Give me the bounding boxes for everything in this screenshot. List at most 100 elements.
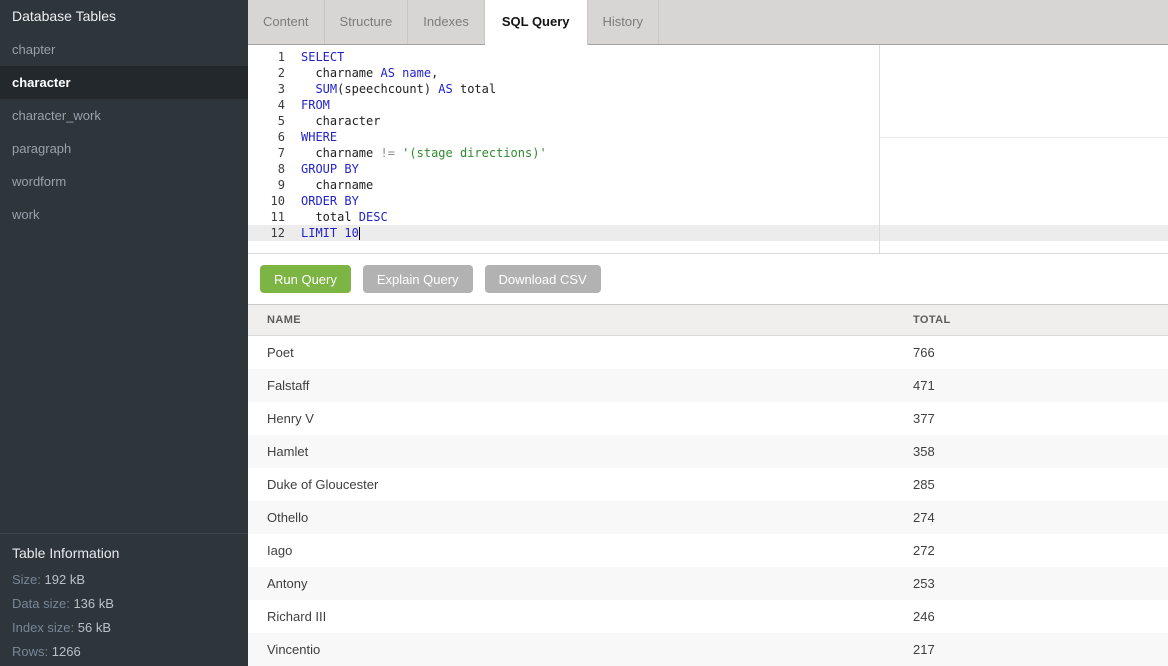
sidebar-item-work[interactable]: work [0, 198, 248, 231]
line-code: SUM(speechcount) AS total [285, 81, 496, 97]
tab-indexes[interactable]: Indexes [408, 0, 485, 44]
download-csv-button[interactable]: Download CSV [485, 265, 601, 293]
line-code: charname AS name, [285, 65, 438, 81]
tab-label: Structure [340, 14, 393, 29]
table-info-row: Size: 192 kB [12, 568, 236, 592]
tab-label: History [603, 14, 643, 29]
results-row-duke-of-gloucester: Duke of Gloucester 285 [248, 468, 1168, 501]
sidebar-item-wordform[interactable]: wordform [0, 165, 248, 198]
cell-name: Henry V [248, 411, 913, 426]
results-rows: Poet 766 Falstaff 471 Henry V 377 Hamlet… [248, 336, 1168, 666]
cell-total: 274 [913, 510, 1168, 525]
table-name-label: paragraph [12, 141, 71, 156]
line-code: character [285, 113, 380, 129]
column-header-name: NAME [248, 314, 913, 326]
table-info-label: Rows: [12, 644, 48, 659]
tab-label: Content [263, 14, 309, 29]
table-name-label: character_work [12, 108, 101, 123]
table-info-value: 56 kB [78, 620, 111, 635]
cell-total: 285 [913, 477, 1168, 492]
query-actions: Run Query Explain Query Download CSV [260, 265, 1168, 293]
table-info-label: Index size: [12, 620, 74, 635]
sql-editor-line: 1 SELECT [248, 49, 1168, 65]
results-row-hamlet: Hamlet 358 [248, 435, 1168, 468]
sql-editor-line: 8 GROUP BY [248, 161, 1168, 177]
editor-pane-divider [879, 45, 880, 254]
table-list: chapter character character_work paragra… [0, 33, 248, 231]
sql-editor-line: 7 charname != '(stage directions)' [248, 145, 1168, 161]
table-info-value: 136 kB [73, 596, 113, 611]
table-info-value: 1266 [52, 644, 81, 659]
line-number: 12 [248, 225, 285, 241]
results-row-antony: Antony 253 [248, 567, 1168, 600]
table-name-label: character [12, 75, 71, 90]
line-code: WHERE [285, 129, 337, 145]
cell-total: 253 [913, 576, 1168, 591]
editor-pane-rule [880, 137, 1168, 138]
line-code: SELECT [285, 49, 344, 65]
sidebar-item-character-work[interactable]: character_work [0, 99, 248, 132]
cell-name: Poet [248, 345, 913, 360]
results-row-falstaff: Falstaff 471 [248, 369, 1168, 402]
line-number: 1 [248, 49, 285, 65]
sql-editor-line: 5 character [248, 113, 1168, 129]
results-header-row: NAME TOTAL [248, 304, 1168, 336]
table-name-label: chapter [12, 42, 55, 57]
table-name-label: work [12, 207, 39, 222]
tab-bar: Content Structure Indexes SQL Query Hist… [248, 0, 1168, 45]
table-info-row: Data size: 136 kB [12, 592, 236, 616]
line-number: 7 [248, 145, 285, 161]
tab-content[interactable]: Content [248, 0, 325, 44]
cell-name: Richard III [248, 609, 913, 624]
table-info-row: Index size: 56 kB [12, 616, 236, 640]
line-number: 4 [248, 97, 285, 113]
table-info-value: 192 kB [45, 572, 85, 587]
cell-name: Hamlet [248, 444, 913, 459]
line-number: 8 [248, 161, 285, 177]
tab-structure[interactable]: Structure [325, 0, 409, 44]
line-number: 5 [248, 113, 285, 129]
tab-history[interactable]: History [588, 0, 659, 44]
results-row-henry-v: Henry V 377 [248, 402, 1168, 435]
sidebar-item-paragraph[interactable]: paragraph [0, 132, 248, 165]
line-code: charname != '(stage directions)' [285, 145, 547, 161]
line-number: 2 [248, 65, 285, 81]
line-number: 6 [248, 129, 285, 145]
results-row-othello: Othello 274 [248, 501, 1168, 534]
results-row-richard-iii: Richard III 246 [248, 600, 1168, 633]
sidebar-item-character[interactable]: character [0, 66, 248, 99]
results-table: NAME TOTAL Poet 766 Falstaff 471 Henry V… [248, 304, 1168, 666]
sql-editor-line: 4 FROM [248, 97, 1168, 113]
column-header-total: TOTAL [913, 314, 1168, 326]
cell-name: Vincentio [248, 642, 913, 657]
cell-name: Duke of Gloucester [248, 477, 913, 492]
cell-name: Othello [248, 510, 913, 525]
sql-editor[interactable]: 1 SELECT 2 charname AS name, 3 SUM(speec… [248, 45, 1168, 254]
table-name-label: wordform [12, 174, 66, 189]
tab-sql-query[interactable]: SQL Query [485, 0, 588, 45]
sidebar-item-chapter[interactable]: chapter [0, 33, 248, 66]
line-number: 3 [248, 81, 285, 97]
cell-total: 377 [913, 411, 1168, 426]
database-tables-header: Database Tables [0, 0, 248, 33]
sql-editor-line: 12 LIMIT 10 [248, 225, 1168, 241]
cell-total: 272 [913, 543, 1168, 558]
line-number: 11 [248, 209, 285, 225]
line-code: FROM [285, 97, 330, 113]
tab-label: SQL Query [502, 14, 570, 29]
cell-name: Antony [248, 576, 913, 591]
sql-editor-line: 2 charname AS name, [248, 65, 1168, 81]
sidebar: Database Tables chapter character charac… [0, 0, 248, 666]
tab-label: Indexes [423, 14, 469, 29]
cell-total: 246 [913, 609, 1168, 624]
main-content: Content Structure Indexes SQL Query Hist… [248, 0, 1168, 666]
table-info-row: Rows: 1266 [12, 640, 236, 664]
cell-total: 358 [913, 444, 1168, 459]
table-information-panel: Table Information Size: 192 kB Data size… [0, 533, 248, 666]
explain-query-button[interactable]: Explain Query [363, 265, 473, 293]
line-number: 9 [248, 177, 285, 193]
sql-editor-line: 11 total DESC [248, 209, 1168, 225]
line-code: charname [285, 177, 373, 193]
line-code: GROUP BY [285, 161, 359, 177]
run-query-button[interactable]: Run Query [260, 265, 351, 293]
